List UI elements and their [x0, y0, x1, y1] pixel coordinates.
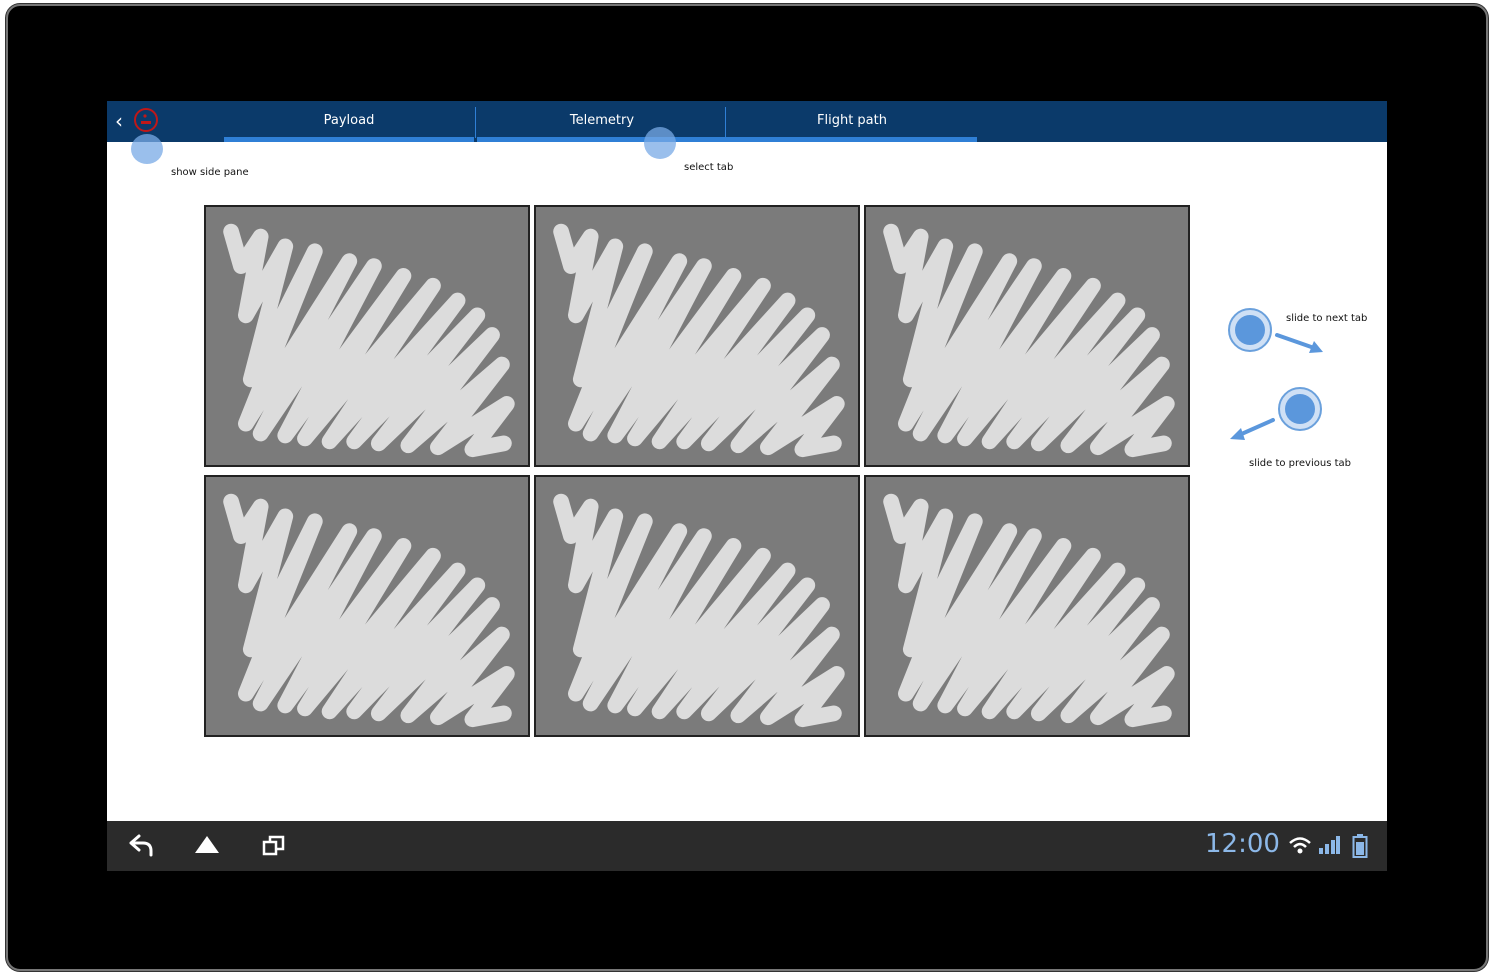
recent-apps-icon[interactable] [261, 833, 289, 859]
tab-payload-label: Payload [323, 113, 375, 128]
tab-flight-path-label: Flight path [817, 113, 887, 128]
touch-hint-select-tab [644, 127, 676, 159]
annotation-select-tab: select tab [684, 162, 734, 173]
battery-icon [1352, 834, 1368, 858]
signal-icon [1319, 836, 1340, 854]
touch-hint-side-pane [131, 134, 163, 164]
annotation-show-side-pane: show side pane [171, 167, 249, 178]
tab-divider [475, 107, 476, 138]
grid-tile[interactable] [864, 205, 1190, 467]
tab-underline [477, 137, 727, 142]
back-icon[interactable] [127, 833, 155, 859]
grid-tile[interactable] [534, 205, 860, 467]
home-icon[interactable] [193, 833, 221, 859]
grid-tile[interactable] [204, 205, 530, 467]
tab-divider [725, 107, 726, 138]
system-nav-bar: 12:00 [107, 821, 1387, 871]
annotation-slide-previous: slide to previous tab [1249, 458, 1351, 469]
tab-telemetry[interactable]: Telemetry [477, 101, 727, 142]
tab-selected-indicator [224, 137, 474, 142]
grid-tile[interactable] [534, 475, 860, 737]
action-bar: ‹ Payload Telemetry Flight path [107, 101, 1387, 142]
up-chevron-icon[interactable]: ‹ [115, 110, 131, 132]
tab-telemetry-label: Telemetry [569, 113, 635, 128]
annotation-slide-next: slide to next tab [1286, 313, 1368, 324]
swipe-previous-gesture-icon [1230, 387, 1322, 440]
tab-underline [727, 137, 977, 142]
wifi-icon [1289, 837, 1311, 854]
tab-payload[interactable]: Payload [224, 101, 474, 142]
tablet-screen: ‹ Payload Telemetry Flight path show sid… [107, 101, 1387, 871]
tab-flight-path[interactable]: Flight path [727, 101, 977, 142]
grid-tile[interactable] [204, 475, 530, 737]
status-clock: 12:00 [1205, 829, 1280, 859]
app-icon[interactable] [133, 107, 159, 133]
grid-tile[interactable] [864, 475, 1190, 737]
